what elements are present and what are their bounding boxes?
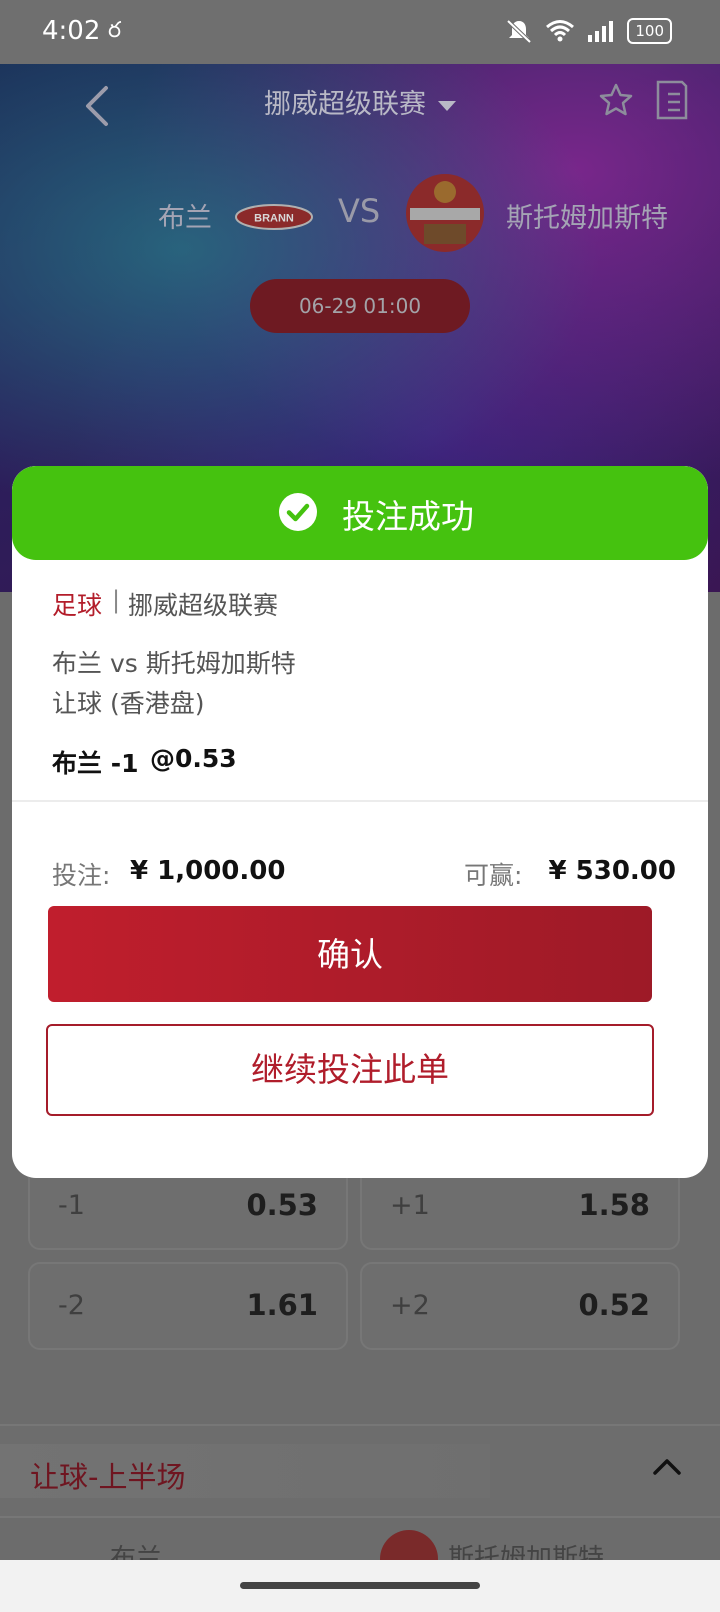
continue-betting-button[interactable]: 继续投注此单	[46, 1024, 654, 1116]
home-team-logo: BRANN	[235, 204, 313, 230]
away-team-logo	[406, 174, 484, 252]
stake-label: 投注:	[52, 861, 111, 890]
chevron-up-icon[interactable]	[652, 1456, 682, 1476]
potential-win-label: 可赢:	[464, 861, 523, 890]
match-time: 06-29 01:00	[250, 279, 470, 333]
peek-away-logo	[380, 1530, 438, 1564]
home-indicator[interactable]	[240, 1582, 480, 1589]
section-title: 让球-上半场	[30, 1460, 186, 1494]
bet-success-dialog: 投注成功 足球 | 挪威超级联赛 布兰 vs 斯托姆加斯特 让球 (香港盘) 布…	[12, 466, 708, 1178]
match-label: 布兰 vs 斯托姆加斯特	[52, 649, 296, 678]
dialog-title: 投注成功	[342, 497, 474, 536]
vs-label: VS	[338, 192, 381, 230]
odds-value: 0.53	[246, 1188, 318, 1222]
section-header[interactable]: 让球-上半场	[0, 1424, 720, 1518]
odds-value: 1.58	[578, 1188, 650, 1222]
stake-value: ¥ 1,000.00	[130, 856, 286, 886]
status-bar: 4:02 ర 100	[0, 0, 720, 64]
divider	[12, 800, 708, 802]
market-label: 让球 (香港盘)	[52, 689, 205, 718]
sport-label: 足球	[52, 591, 103, 620]
away-team-name: 斯托姆加斯特	[506, 203, 668, 234]
check-circle-icon	[279, 493, 317, 531]
caret-down-icon	[438, 100, 456, 111]
odds-line: -2	[58, 1290, 85, 1321]
league-title: 挪威超级联赛	[264, 89, 426, 120]
odds-cell[interactable]: -2 1.61	[28, 1262, 348, 1350]
odds-cell[interactable]: +2 0.52	[360, 1262, 680, 1350]
selection-odds: @0.53	[150, 744, 237, 773]
star-icon[interactable]	[598, 82, 634, 118]
odds-line: -1	[58, 1190, 85, 1221]
potential-win-value: ¥ 530.00	[548, 856, 676, 886]
status-time: 4:02	[42, 16, 101, 46]
home-logo-text: BRANN	[254, 213, 294, 225]
signal-icon	[588, 21, 614, 42]
battery-icon: 100	[627, 18, 672, 44]
separator: |	[112, 586, 121, 614]
odds-value: 0.52	[578, 1288, 650, 1322]
document-icon[interactable]	[652, 80, 688, 120]
mute-icon	[506, 19, 532, 44]
confirm-button[interactable]: 确认	[48, 906, 652, 1002]
home-team-name: 布兰	[158, 203, 212, 234]
odds-line: +2	[390, 1290, 430, 1321]
match-row-peek: 布兰 斯托姆加斯特	[0, 1514, 720, 1564]
dialog-header: 投注成功	[12, 466, 708, 560]
status-icons: 100	[505, 18, 672, 44]
odds-line: +1	[390, 1190, 430, 1221]
league-label: 挪威超级联赛	[128, 591, 279, 620]
notification-icon: ర	[108, 18, 122, 43]
wifi-icon	[546, 20, 575, 42]
odds-value: 1.61	[246, 1288, 318, 1322]
selection-label: 布兰 -1	[52, 749, 139, 778]
